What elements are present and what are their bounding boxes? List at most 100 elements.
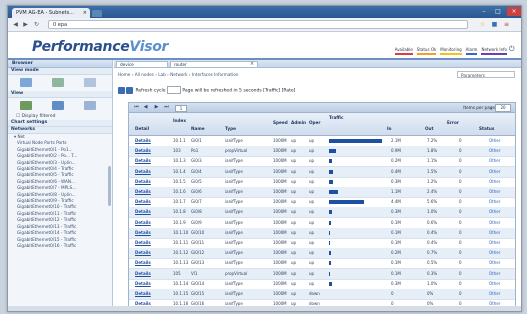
close-window-icon[interactable]: × <box>507 7 521 16</box>
section-chart-settings[interactable]: Chart settings <box>8 120 112 127</box>
cell-speed: 1000M <box>273 158 287 164</box>
cell-in: 0.2M <box>391 158 401 164</box>
cell-error: 0 <box>459 229 462 235</box>
reload-icon[interactable]: ↻ <box>32 20 41 29</box>
cell-oper: up <box>309 250 315 256</box>
minimize-icon[interactable]: – <box>477 7 491 16</box>
sidebar-scrollbar[interactable] <box>108 166 111 206</box>
cell-error: 0 <box>459 178 462 184</box>
col-in[interactable]: In <box>387 126 392 131</box>
interfaces-grid: ⏮ ◀ ▶ ⏭ 1 Items per page 20 Detail Index… <box>128 102 516 311</box>
cell-name: Gi0/10 <box>191 229 205 235</box>
items-per-page-input[interactable]: 20 <box>495 104 511 112</box>
col-name[interactable]: Name <box>191 126 205 131</box>
logout-icon[interactable]: ⏻ <box>509 45 518 54</box>
toplink-3[interactable]: Alarm <box>465 47 478 55</box>
cell-detail[interactable]: Details <box>135 189 151 195</box>
tab-device[interactable]: device <box>116 61 168 67</box>
cell-out: 0.4% <box>427 229 438 235</box>
cell-detail[interactable]: Details <box>135 240 151 246</box>
toplink-0[interactable]: Available <box>394 47 413 55</box>
col-error[interactable]: Error <box>447 120 459 125</box>
col-oper[interactable]: Oper <box>309 120 320 125</box>
col-index[interactable]: Index <box>173 118 186 123</box>
cell-detail[interactable]: Details <box>135 250 151 256</box>
url-input[interactable]: 0 epa <box>48 20 468 29</box>
cell-in: 0.1M <box>391 240 401 245</box>
chart-view-icon[interactable] <box>52 101 64 110</box>
tab-close-icon[interactable]: × <box>83 8 87 18</box>
last-page-icon[interactable]: ⏭ <box>163 104 170 111</box>
tab-router[interactable]: router <box>170 61 258 67</box>
prev-page-icon[interactable]: ◀ <box>142 104 149 111</box>
table-view-icon[interactable] <box>84 101 96 110</box>
tree-view-icon[interactable] <box>52 78 64 87</box>
toplink-2[interactable]: Monitoring <box>440 47 462 55</box>
new-tab-button[interactable] <box>92 10 102 17</box>
tab-close-icon[interactable]: × <box>250 61 254 67</box>
refresh-icon[interactable] <box>118 86 125 94</box>
cell-detail[interactable]: Details <box>135 291 151 297</box>
cell-type: ianifType <box>225 280 243 286</box>
map-view-icon[interactable] <box>20 101 32 110</box>
menu-icon[interactable]: ≡ <box>502 20 511 29</box>
extension-icon[interactable]: ■ <box>490 20 499 29</box>
cell-index: 10.1.10 <box>173 229 189 235</box>
col-speed[interactable]: Speed <box>273 120 288 125</box>
cell-detail[interactable]: Details <box>135 209 151 215</box>
cell-admin: up <box>291 199 297 205</box>
forward-icon[interactable]: ▶ <box>21 20 30 29</box>
breadcrumb[interactable]: Home › All nodes › Lab › Network › Inter… <box>118 72 238 77</box>
cell-detail[interactable]: Details <box>135 148 151 154</box>
cell-type: ianifType <box>225 250 243 256</box>
tree-item[interactable]: GigabitEthernet0/16 - Traffic <box>8 243 112 249</box>
traffic-bar <box>329 261 331 266</box>
refresh-status: Page will be refreshed in 5 seconds [Tra… <box>182 88 296 94</box>
cell-detail[interactable]: Details <box>135 260 151 266</box>
section-networks[interactable]: Networks <box>8 127 112 134</box>
star-icon[interactable]: ☆ <box>478 20 487 29</box>
cell-name: Gi0/13 <box>191 260 205 266</box>
cell-index: 10.1.8 <box>173 209 186 215</box>
toplink-4[interactable]: Network Info <box>481 47 507 55</box>
cell-in: 0.1M <box>391 229 401 235</box>
col-detail[interactable]: Detail <box>135 126 149 131</box>
browser-tab[interactable]: PVM AG-EA - Subnets... × <box>12 8 90 18</box>
cell-detail[interactable]: Details <box>135 281 151 287</box>
grid-view-icon[interactable] <box>84 78 96 87</box>
col-type[interactable]: Type <box>225 126 236 131</box>
cell-detail[interactable]: Details <box>135 199 151 205</box>
page-input[interactable]: 1 <box>175 105 187 112</box>
section-view[interactable]: View <box>8 91 112 98</box>
col-traffic[interactable]: Traffic <box>329 115 343 120</box>
cell-detail[interactable]: Details <box>135 230 151 236</box>
col-status[interactable]: Status <box>479 126 494 131</box>
cell-detail[interactable]: Details <box>135 179 151 185</box>
first-page-icon[interactable]: ⏮ <box>133 104 140 111</box>
cell-oper: up <box>309 260 315 266</box>
col-admin[interactable]: Admin <box>291 120 306 125</box>
status-bar <box>8 306 521 311</box>
cell-out: 0.5% <box>427 260 438 266</box>
parameters-select[interactable]: Parameters <box>457 71 515 78</box>
cell-status: Other <box>489 148 501 154</box>
cell-name: Gi0/8 <box>191 209 202 215</box>
sidebar: Browser View mode View ☐ Display filtere… <box>8 60 113 311</box>
list-view-icon[interactable] <box>20 78 32 87</box>
cell-detail[interactable]: Details <box>135 220 151 226</box>
refresh-cycle-input[interactable] <box>166 86 181 94</box>
view-mode-icons <box>8 75 112 91</box>
cell-speed: 1000M <box>273 250 287 256</box>
cell-out: 0.4% <box>427 240 438 245</box>
back-icon[interactable]: ◀ <box>11 20 20 29</box>
cell-detail[interactable]: Details <box>135 271 151 277</box>
col-out[interactable]: Out <box>425 126 434 131</box>
cell-detail[interactable]: Details <box>135 158 151 164</box>
stop-icon[interactable] <box>126 86 133 94</box>
cell-detail[interactable]: Details <box>135 169 151 175</box>
next-page-icon[interactable]: ▶ <box>153 104 160 111</box>
maximize-icon[interactable]: □ <box>491 7 505 16</box>
toplink-1[interactable]: Status Ok <box>416 47 437 55</box>
section-view-mode[interactable]: View mode <box>8 68 112 75</box>
cell-detail[interactable]: Details <box>135 138 151 144</box>
